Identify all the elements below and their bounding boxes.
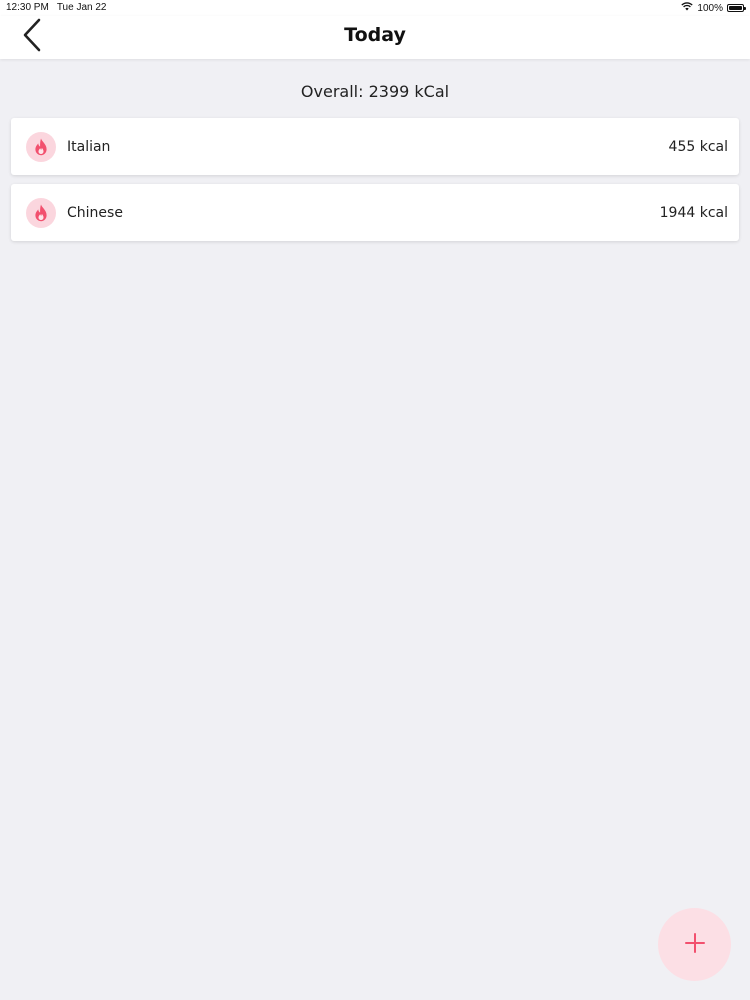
status-bar: 12:30 PM Tue Jan 22 100%: [0, 0, 750, 16]
meal-item-italian[interactable]: Italian 455 kcal: [11, 118, 739, 175]
meal-list: Italian 455 kcal Chinese 1944 kcal: [11, 118, 739, 250]
page-title: Today: [344, 24, 406, 46]
status-right: 100%: [681, 2, 746, 14]
meal-item-chinese[interactable]: Chinese 1944 kcal: [11, 184, 739, 241]
meal-kcal: 455 kcal: [668, 138, 728, 155]
meal-kcal: 1944 kcal: [659, 204, 728, 221]
meal-name: Italian: [67, 138, 111, 155]
add-meal-button[interactable]: [658, 908, 731, 981]
status-date: Tue Jan 22: [56, 2, 107, 13]
overall-kcal-summary: Overall: 2399 kCal: [300, 82, 450, 101]
wifi-icon: [681, 2, 694, 14]
navigation-bar: Today: [0, 16, 750, 59]
status-time: 12:30 PM: [6, 2, 49, 13]
battery-icon: [727, 4, 746, 12]
plus-icon: [684, 932, 705, 957]
flame-icon: [26, 197, 56, 228]
battery-percent: 100%: [697, 2, 723, 14]
meal-name: Chinese: [67, 204, 123, 221]
flame-icon: [26, 131, 56, 162]
status-left: 12:30 PM Tue Jan 22: [6, 2, 106, 13]
